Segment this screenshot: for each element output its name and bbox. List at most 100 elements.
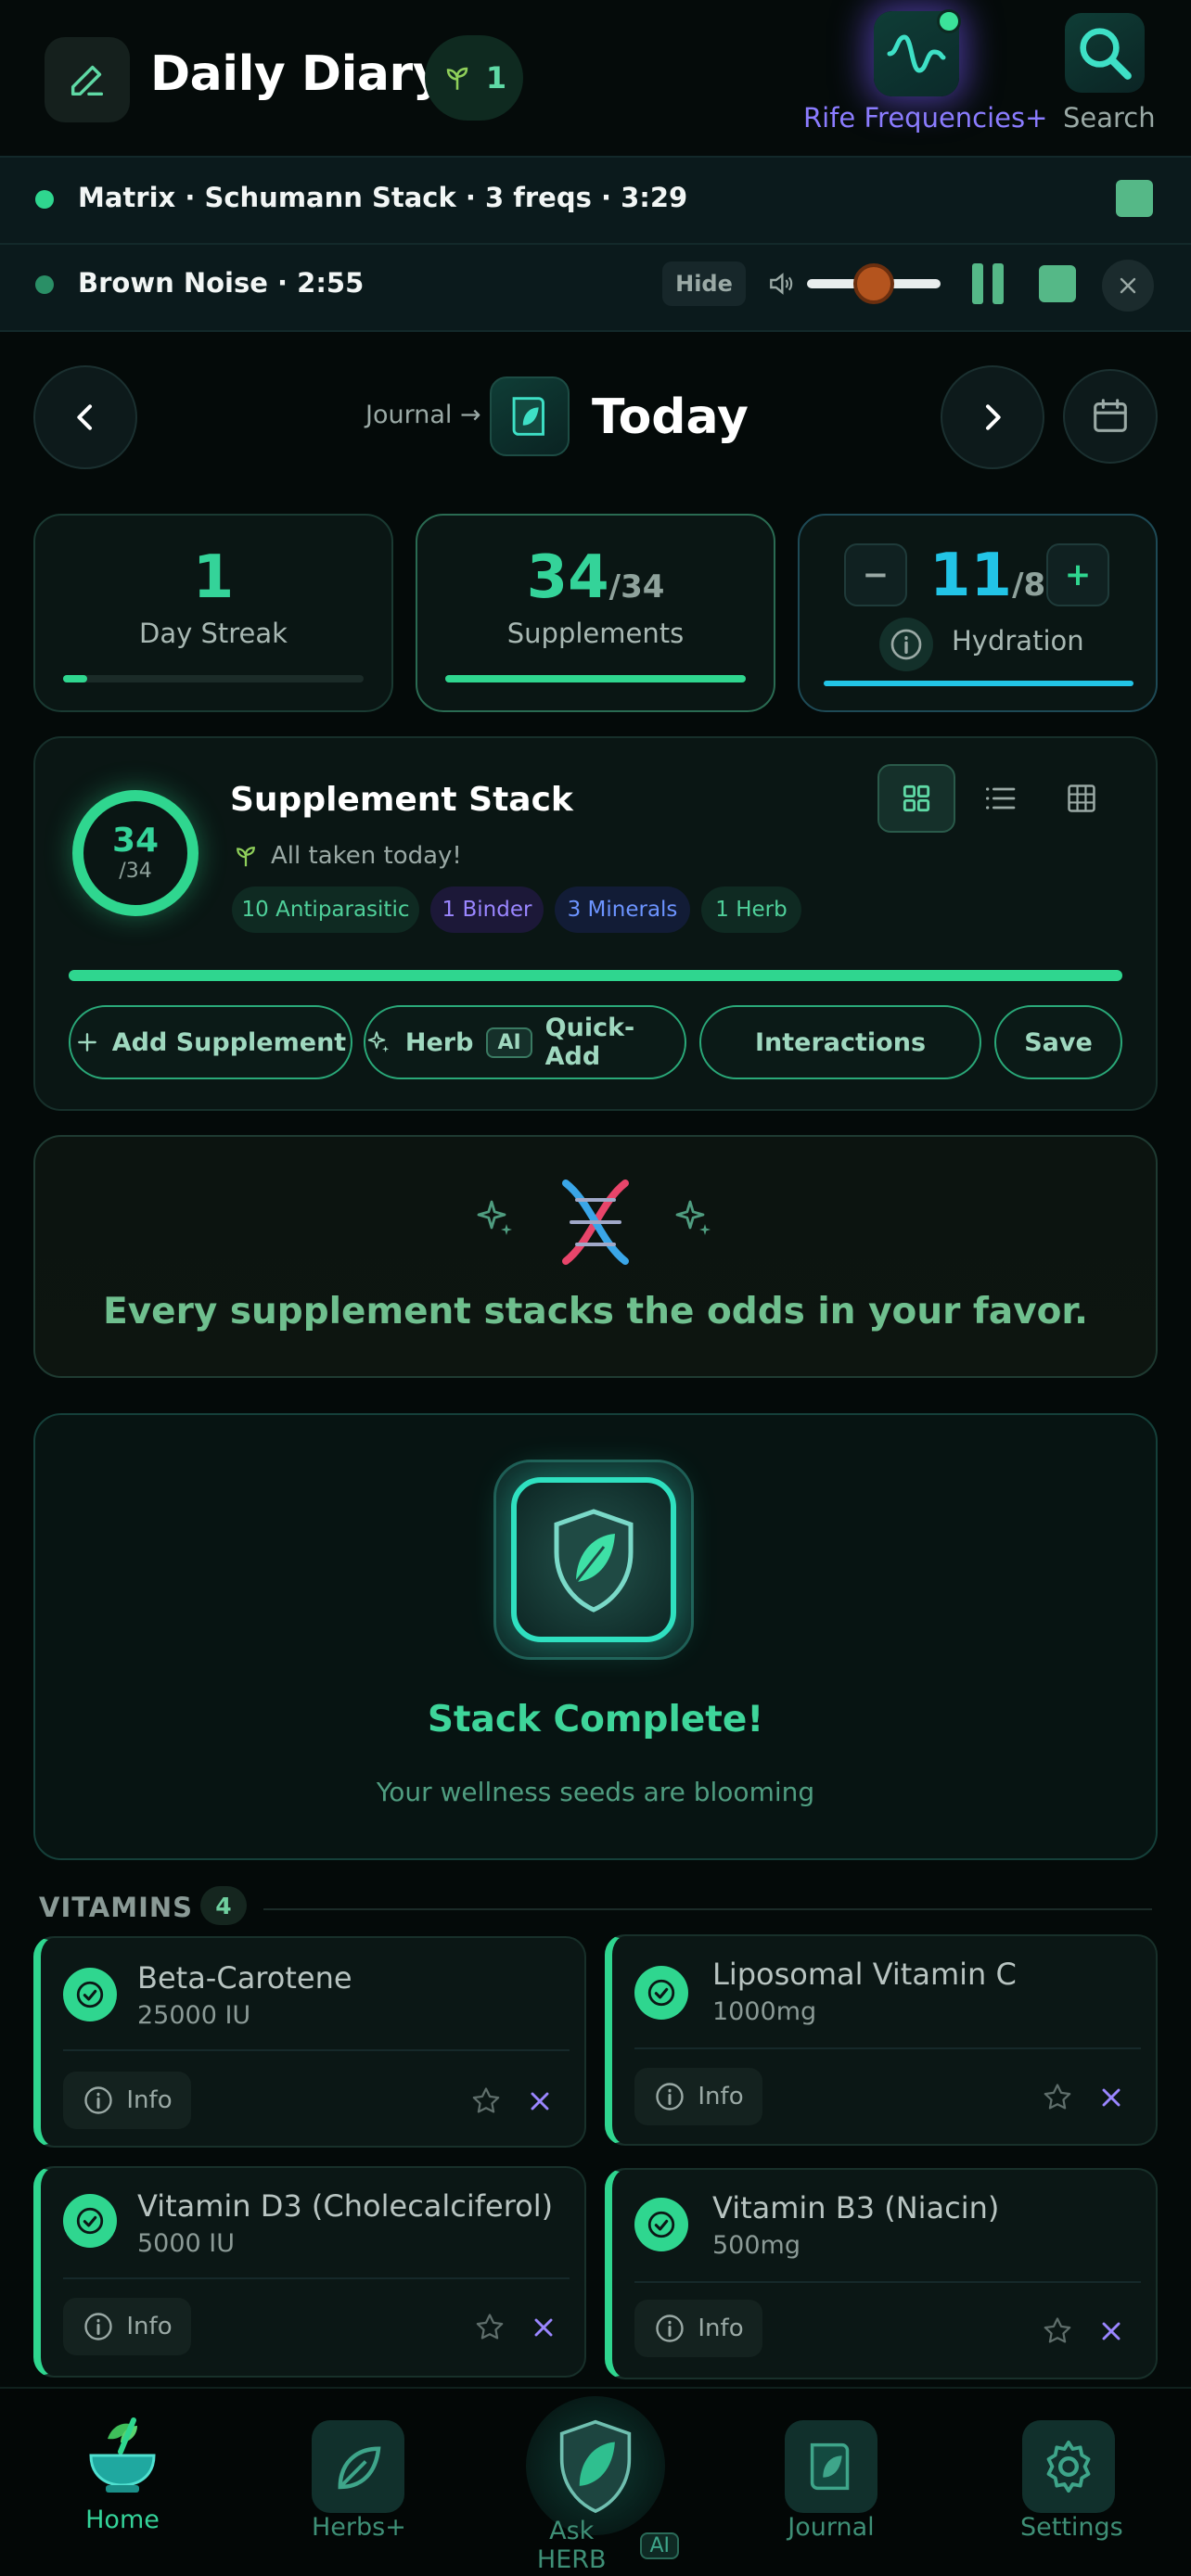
tab-home[interactable]: Home	[76, 2411, 169, 2534]
volume-icon	[766, 269, 796, 299]
section-divider	[263, 1908, 1152, 1910]
card-divider	[63, 2277, 570, 2279]
table-view-button[interactable]	[1043, 764, 1121, 833]
playing-dot	[35, 190, 54, 209]
journal-breadcrumb[interactable]: Journal →	[365, 401, 481, 429]
gear-icon	[1022, 2420, 1115, 2513]
list-icon	[986, 787, 1016, 810]
check-icon[interactable]	[63, 2194, 117, 2248]
card-divider	[63, 2049, 570, 2051]
supplements-label: Supplements	[506, 618, 685, 649]
remove-icon[interactable]	[1096, 2316, 1126, 2346]
tab-ask-label: Ask HERB	[536, 2517, 607, 2574]
leaf-icon	[312, 2420, 404, 2513]
tab-settings[interactable]: Settings	[1020, 2420, 1123, 2542]
star-icon[interactable]	[1041, 2315, 1074, 2348]
info-button[interactable]: Info	[63, 2072, 191, 2129]
pause-button[interactable]	[972, 263, 1004, 304]
star-icon[interactable]	[469, 2085, 503, 2118]
date-title: Today	[592, 389, 749, 445]
calendar-button[interactable]	[1063, 369, 1158, 464]
search-label[interactable]: Search	[1063, 102, 1156, 134]
vitamin-card[interactable]: Liposomal Vitamin C 1000mg Info	[605, 1934, 1158, 2146]
vitamin-card[interactable]: Vitamin B3 (Niacin) 500mg Info	[605, 2168, 1158, 2379]
info-icon	[656, 2315, 685, 2342]
shield-badge	[493, 1460, 694, 1660]
tab-ask-herb[interactable]: Ask HERB AI	[512, 2396, 679, 2574]
vitamin-dose: 500mg	[712, 2231, 800, 2260]
chip-antiparasitic[interactable]: 10 Antiparasitic	[232, 886, 419, 933]
check-icon[interactable]	[634, 2198, 688, 2251]
grid-icon	[903, 784, 930, 812]
stop-button[interactable]	[1039, 265, 1076, 302]
close-button[interactable]	[1102, 260, 1154, 312]
edit-button[interactable]	[45, 37, 130, 122]
day-streak-card[interactable]: 1 Day Streak	[33, 514, 393, 712]
streak-progress-fill	[63, 675, 87, 682]
volume-handle[interactable]	[853, 263, 894, 304]
check-icon[interactable]	[634, 1966, 688, 2020]
remove-icon[interactable]	[529, 2313, 558, 2342]
info-button[interactable]: Info	[63, 2298, 191, 2355]
next-day-button[interactable]	[941, 365, 1044, 469]
close-icon	[1120, 277, 1136, 294]
tab-herbs-label: Herbs+	[312, 2513, 406, 2542]
playing-dot	[35, 275, 54, 294]
herb-ai-quick-add-button[interactable]: Herb AI Quick-Add	[364, 1005, 686, 1079]
ai-tag: AI	[640, 2531, 679, 2559]
dna-icon	[553, 1178, 638, 1267]
search-button[interactable]	[1065, 13, 1145, 93]
app-title: Daily Diary	[150, 46, 444, 102]
journal-icon[interactable]	[490, 376, 570, 456]
chip-herb[interactable]: 1 Herb	[701, 886, 801, 933]
interactions-button[interactable]: Interactions	[699, 1005, 981, 1079]
list-view-button[interactable]	[961, 764, 1039, 833]
vitamin-name: Beta-Carotene	[137, 1960, 352, 1996]
hydration-progress-track	[824, 681, 1133, 686]
star-icon[interactable]	[1041, 2081, 1074, 2114]
hide-button[interactable]: Hide	[662, 261, 746, 306]
info-label: Info	[698, 2315, 744, 2342]
tab-herbs[interactable]: Herbs+	[312, 2420, 406, 2542]
hydration-info-button[interactable]	[879, 618, 933, 671]
info-button[interactable]: Info	[634, 2068, 762, 2125]
tab-settings-label: Settings	[1020, 2513, 1123, 2542]
herb-label: Herb	[404, 1027, 474, 1057]
chip-binder[interactable]: 1 Binder	[430, 886, 544, 933]
supplements-value: 34	[526, 543, 609, 612]
rife-label[interactable]: Rife Frequencies+	[803, 102, 1047, 134]
vitamin-card[interactable]: Beta-Carotene 25000 IU Info	[33, 1936, 586, 2148]
chip-minerals[interactable]: 3 Minerals	[555, 886, 690, 933]
tab-journal[interactable]: Journal	[785, 2420, 877, 2542]
hydration-minus-button[interactable]: −	[844, 543, 907, 606]
stack-progress-track	[69, 970, 1122, 981]
sparkle-icon	[473, 1196, 518, 1241]
save-button[interactable]: Save	[994, 1005, 1122, 1079]
add-supplement-button[interactable]: Add Supplement	[69, 1005, 352, 1079]
vitamin-dose: 1000mg	[712, 1997, 817, 2026]
prev-day-button[interactable]	[33, 365, 137, 469]
search-icon	[1080, 28, 1132, 80]
stop-button[interactable]	[1116, 180, 1153, 217]
audio-track-title: Brown Noise · 2:55	[78, 267, 365, 299]
streak-count: 1	[485, 60, 507, 96]
info-button[interactable]: Info	[634, 2300, 762, 2357]
streak-badge[interactable]: 1	[425, 35, 523, 121]
complete-title: Stack Complete!	[427, 1699, 764, 1741]
add-supplement-label: Add Supplement	[111, 1027, 347, 1057]
supplements-card[interactable]: 34/34 Supplements	[416, 514, 775, 712]
remove-icon[interactable]	[525, 2086, 555, 2116]
ai-tag: AI	[486, 1027, 532, 1058]
star-icon[interactable]	[473, 2311, 506, 2344]
vitamin-card[interactable]: Vitamin D3 (Cholecalciferol) 5000 IU Inf…	[33, 2166, 586, 2378]
info-label: Info	[698, 2083, 744, 2111]
card-divider	[634, 2047, 1141, 2049]
sparkle-icon	[367, 1031, 390, 1052]
supplements-progress-track	[445, 675, 746, 682]
section-count: 4	[200, 1886, 247, 1925]
remove-icon[interactable]	[1096, 2083, 1126, 2112]
hydration-plus-button[interactable]: +	[1046, 543, 1109, 606]
check-icon[interactable]	[63, 1968, 117, 2021]
hydration-value: 11	[929, 542, 1013, 610]
grid-view-button[interactable]	[877, 764, 955, 833]
